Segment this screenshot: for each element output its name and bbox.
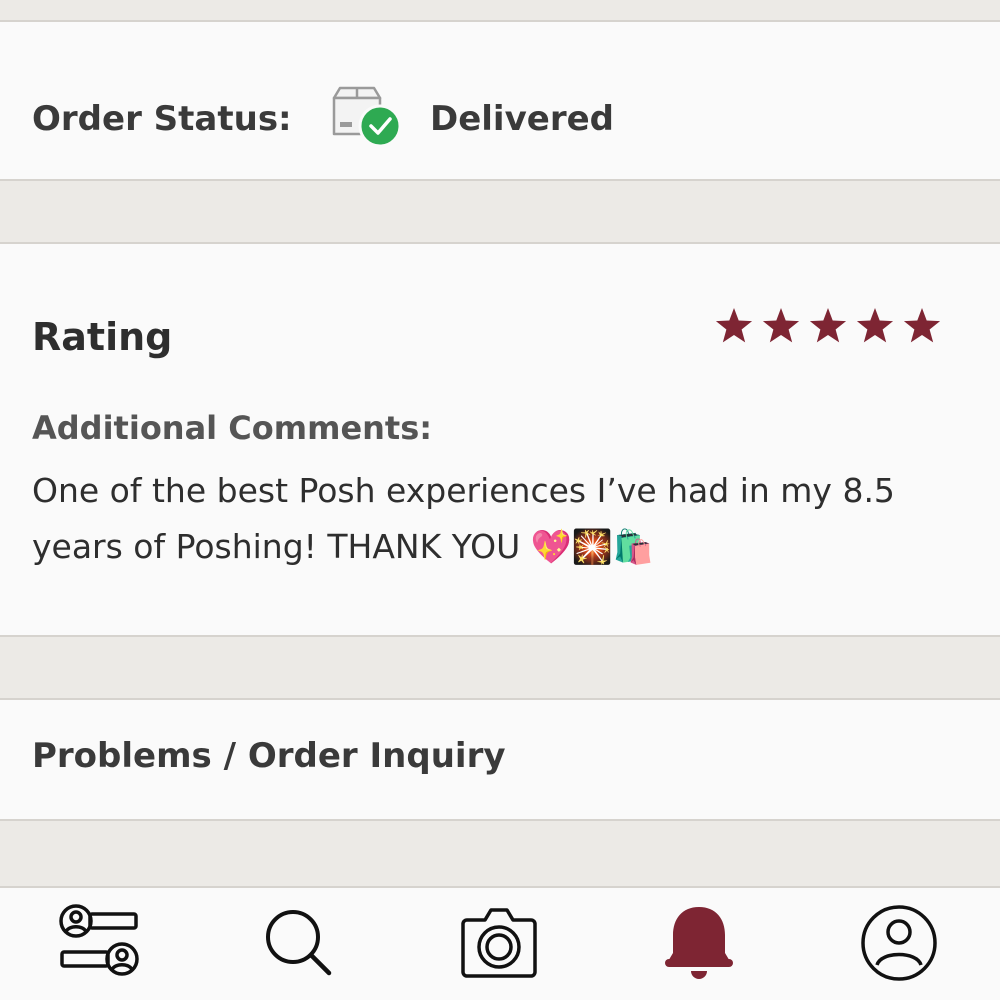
nav-search[interactable] [254,900,344,986]
star-icon [856,308,894,343]
search-icon [266,910,332,976]
package-delivered-icon [328,84,404,150]
divider [0,819,1000,821]
star-icon [762,308,800,343]
nav-profile[interactable] [854,900,944,986]
bottom-nav [0,886,1000,1000]
bottom-nav-divider [0,886,1000,888]
order-status-panel: Order Status: Delivered [0,22,1000,180]
star-icon [809,308,847,343]
nav-feed[interactable] [54,900,144,986]
camera-icon [461,908,537,978]
rating-title: Rating [32,315,173,359]
order-status-label: Order Status: [32,99,292,139]
additional-comments-text: One of the best Posh experiences I’ve ha… [32,471,895,566]
bell-icon [665,907,733,979]
problems-order-inquiry-label: Problems / Order Inquiry [32,736,506,776]
nav-notifications[interactable] [654,900,744,986]
star-rating [715,308,941,343]
rating-panel: Rating Additional Comments: One of the b… [0,244,1000,636]
order-status-value: Delivered [430,99,614,139]
star-icon [715,308,753,343]
nav-sell-camera[interactable] [454,900,544,986]
divider [0,179,1000,181]
feed-users-icon [59,904,139,976]
problems-order-inquiry-row[interactable]: Problems / Order Inquiry [0,700,1000,820]
star-icon [903,308,941,343]
additional-comments-label: Additional Comments: [32,409,433,447]
profile-icon [861,905,937,981]
divider [0,635,1000,637]
